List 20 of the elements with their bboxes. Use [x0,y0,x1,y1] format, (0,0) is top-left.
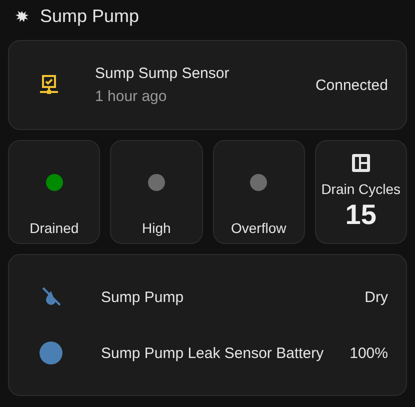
status-tile[interactable]: Drained [8,140,100,244]
entity-name[interactable]: Sump Pump Leak Sensor Battery [101,344,350,362]
entity-state: Dry [364,288,388,306]
last-seen-time: 1 hour ago [95,88,168,105]
card-title: Sump Pump [40,6,140,26]
status-label: High [142,220,171,236]
connection-status: Connected [315,76,388,94]
counter-tile[interactable]: Drain Cycles 15 [314,140,407,244]
counter-label: Drain Cycles [321,181,401,197]
status-label: Drained [30,220,79,236]
counter-icon [350,153,371,173]
network-check-icon [37,73,61,97]
status-tile[interactable]: Overflow [212,140,305,244]
counter-value: 15 [345,199,376,231]
battery-circle-icon [39,341,63,365]
status-label: Overflow [231,220,286,236]
sensor-name: Sump Sump Sensor [95,65,230,82]
status-tile[interactable]: High [110,140,202,244]
entity-state: 100% [350,344,388,362]
entity-name[interactable]: Sump Pump [101,288,365,306]
